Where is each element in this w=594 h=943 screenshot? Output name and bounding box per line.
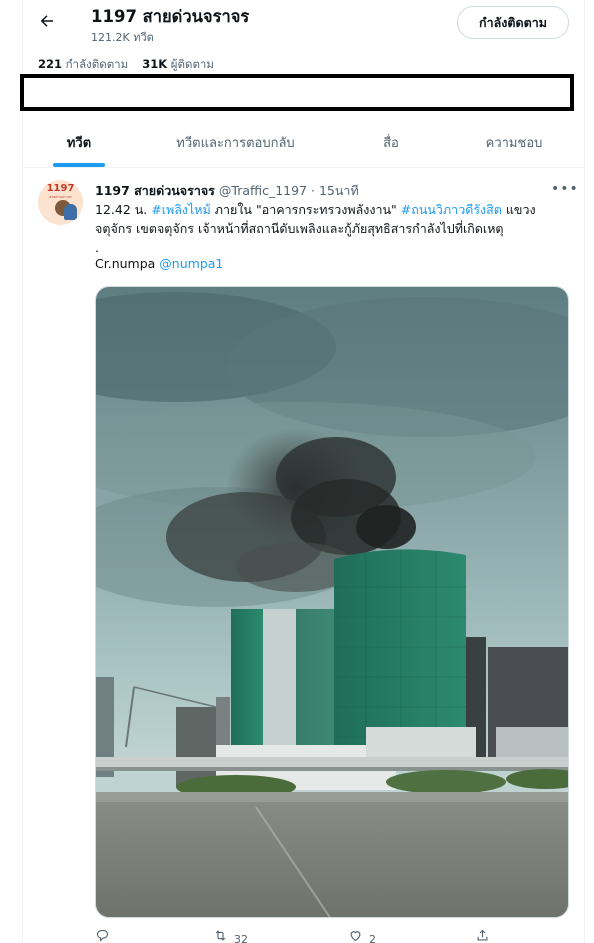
share-icon	[477, 929, 488, 941]
tweet-author-name[interactable]: 1197 สายด่วนจราจร	[95, 183, 215, 198]
tweet-credit: Cr.numpa @numpa1	[95, 256, 223, 271]
heart-icon	[350, 931, 361, 942]
following-count: 221	[38, 57, 63, 71]
tweet-text-segment: 12.42 น.	[95, 202, 152, 217]
tab-tweets[interactable]: ทวีต	[53, 118, 105, 167]
profile-tabs: ทวีต ทวีตและการตอบกลับ สื่อ ความชอบ	[23, 118, 584, 168]
tweet-text-segment: ภายใน "อาคารกระทรวงพลังงาน"	[210, 202, 401, 217]
tweet-text: 12.42 น. #เพลิงไหม้ ภายใน "อาคารกระทรวงพ…	[95, 200, 557, 257]
tweet-text-line-3: .	[95, 240, 99, 255]
fire-smoke-photo	[96, 287, 568, 917]
tweet-text-line-1: 12.42 น. #เพลิงไหม้ ภายใน "อาคารกระทรวงพ…	[95, 200, 557, 219]
tab-tweets-and-replies[interactable]: ทวีตและการตอบกลับ	[163, 118, 308, 167]
reply-button[interactable]	[95, 928, 116, 943]
tweet-header: 1197 สายด่วนจราจร @Traffic_1197 · 15นาที	[95, 181, 359, 201]
like-count: 2	[369, 933, 376, 943]
tweet-count: 121.2K ทวีต	[91, 31, 154, 44]
tweet-separator: ·	[311, 183, 315, 198]
mention-link[interactable]: @numpa1	[159, 256, 223, 271]
followers-label: ผู้ติดตาม	[170, 57, 214, 71]
profile-title: 1197 สายด่วนจราจร	[91, 7, 250, 26]
tab-media[interactable]: สื่อ	[363, 118, 419, 167]
followers-stat[interactable]: 31K ผู้ติดตาม	[142, 56, 214, 74]
retweet-icon	[215, 930, 226, 941]
share-button[interactable]	[475, 928, 490, 943]
tweet-time[interactable]: 15นาที	[319, 183, 359, 198]
retweet-count: 32	[234, 933, 248, 943]
redacted-area	[20, 74, 574, 111]
like-button[interactable]: 2	[348, 928, 376, 943]
followers-count: 31K	[142, 57, 168, 71]
following-button[interactable]: กำลังติดตาม	[457, 6, 569, 39]
hashtag-link[interactable]: #ถนนวิภาวดีรังสิต	[401, 202, 502, 217]
retweet-button[interactable]: 32	[213, 928, 248, 943]
tab-likes[interactable]: ความชอบ	[473, 118, 555, 167]
tweet-text-line-2: จตุจักร เขตจตุจักร เจ้าหน้าที่สถานีดับเพ…	[95, 221, 504, 236]
reply-icon	[96, 929, 109, 942]
avatar-figure-body	[64, 204, 77, 220]
avatar-logo-subtext: สายด่วนจราจร	[49, 195, 72, 199]
hashtag-link[interactable]: #เพลิงไหม้	[151, 202, 211, 217]
avatar-logo-text: 1197	[46, 183, 75, 194]
arrow-left-icon	[40, 15, 53, 27]
following-label: กำลังติดตาม	[65, 57, 129, 71]
follow-stats: 221 กำลังติดตาม 31K ผู้ติดตาม	[38, 56, 214, 74]
tweet-photo[interactable]	[95, 286, 569, 918]
tweet-author-handle[interactable]: @Traffic_1197	[219, 183, 307, 198]
tweet-text-segment: แขวง	[501, 202, 536, 217]
credit-text: Cr.numpa	[95, 256, 160, 271]
following-stat[interactable]: 221 กำลังติดตาม	[38, 56, 128, 74]
tweet-actions: 32 2	[95, 928, 569, 943]
avatar[interactable]: 1197 สายด่วนจราจร	[38, 180, 83, 225]
active-tab-indicator	[53, 163, 105, 167]
more-horizontal-icon[interactable]: •••	[551, 181, 579, 197]
back-button[interactable]	[38, 10, 58, 32]
